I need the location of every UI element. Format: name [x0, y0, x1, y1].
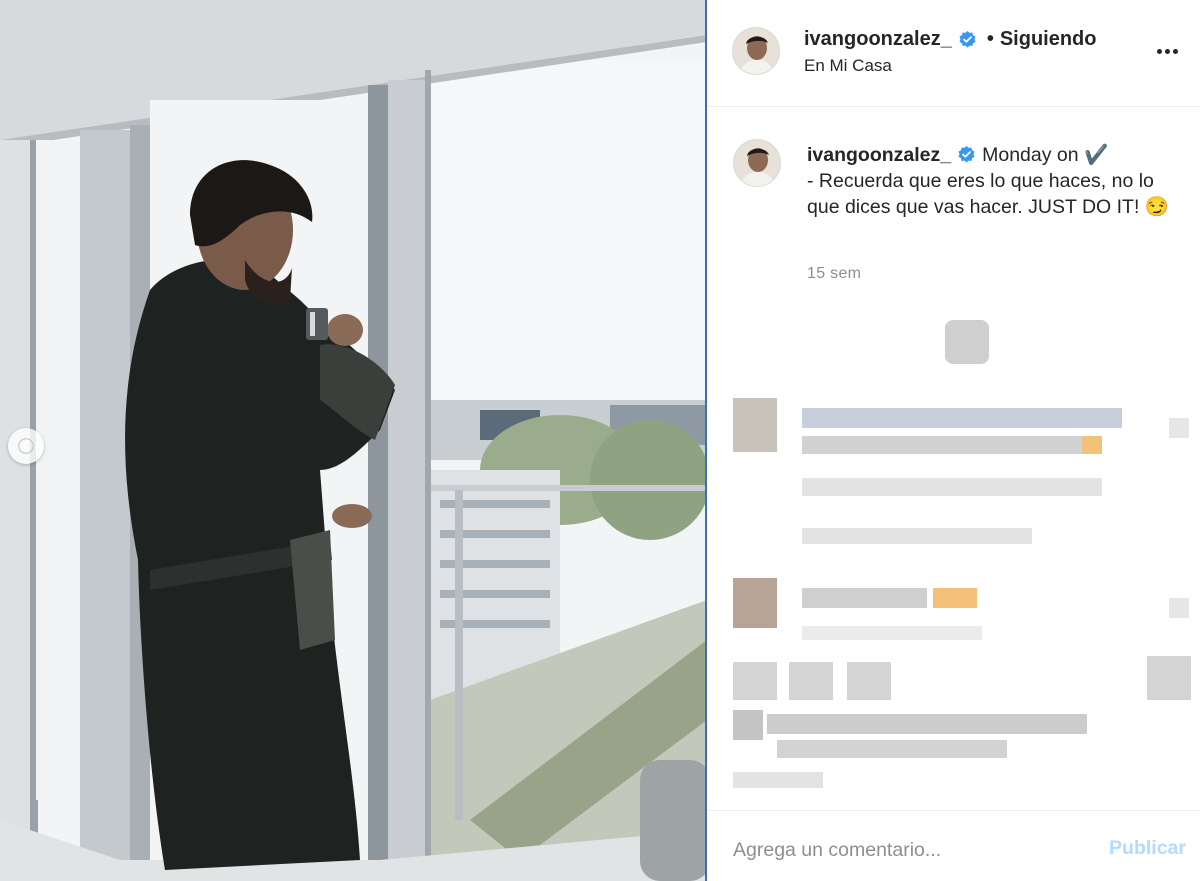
- avatar[interactable]: [732, 27, 780, 75]
- comment-emoji-blurred: [1082, 436, 1102, 454]
- share-icon[interactable]: [847, 662, 891, 700]
- carousel-prev-button[interactable]: [8, 428, 44, 464]
- post-author: ivangoonzalez_ • Siguiendo: [804, 28, 1097, 51]
- comment-avatar: [733, 398, 777, 452]
- post-date-blurred: [733, 772, 823, 788]
- caption-username[interactable]: ivangoonzalez_: [807, 144, 951, 166]
- blurred-comments-area: [707, 300, 1200, 810]
- comment-text-blurred: [802, 588, 927, 608]
- more-options-icon: [1156, 48, 1162, 54]
- comment-text-blurred: [802, 436, 1102, 454]
- location-link[interactable]: En Mi Casa: [804, 56, 892, 76]
- like-comment-icon[interactable]: [1169, 418, 1189, 438]
- likes-text-blurred: [777, 740, 1007, 758]
- likes-text-blurred[interactable]: [767, 714, 1087, 734]
- comment-meta-blurred: [802, 626, 982, 640]
- verified-badge-icon: [958, 145, 975, 163]
- load-more-icon[interactable]: [945, 320, 989, 364]
- like-icon[interactable]: [733, 662, 777, 700]
- post-sidebar: ivangoonzalez_ • Siguiendo En Mi Casa iv…: [707, 0, 1200, 881]
- chevron-left-icon: [18, 438, 34, 454]
- more-options-button[interactable]: [1150, 36, 1184, 66]
- comment-input[interactable]: [733, 837, 1073, 863]
- username-link[interactable]: ivangoonzalez_: [804, 28, 952, 51]
- caption-body: - Recuerda que eres lo que haces, no lo …: [807, 170, 1170, 218]
- add-comment-bar: Publicar: [707, 810, 1200, 881]
- separator-dot: •: [986, 28, 994, 50]
- avatar-image: [733, 28, 779, 74]
- avatar-image: [734, 140, 780, 186]
- caption-line1: Monday on ✔️: [982, 144, 1109, 166]
- comment-text-blurred: [802, 408, 1122, 428]
- comment-meta-blurred: [802, 478, 1102, 496]
- publish-button[interactable]: Publicar: [1109, 837, 1186, 860]
- liked-by-avatar: [733, 710, 763, 740]
- save-icon[interactable]: [1147, 656, 1191, 700]
- post-header: ivangoonzalez_ • Siguiendo En Mi Casa: [707, 0, 1200, 107]
- comment-avatar: [733, 578, 777, 628]
- replies-blurred[interactable]: [802, 528, 1032, 544]
- post-timestamp[interactable]: 15 sem: [807, 265, 861, 283]
- post-image: [0, 0, 705, 881]
- post-photo[interactable]: [0, 0, 707, 881]
- comment-icon[interactable]: [789, 662, 833, 700]
- verified-badge-icon: [959, 30, 976, 48]
- comment-emoji-blurred: [933, 588, 977, 608]
- caption-avatar[interactable]: [733, 139, 781, 187]
- following-button[interactable]: Siguiendo: [1000, 28, 1097, 51]
- post-caption: ivangoonzalez_ Monday on ✔️ - Recuerda q…: [807, 142, 1187, 220]
- like-comment-icon[interactable]: [1169, 598, 1189, 618]
